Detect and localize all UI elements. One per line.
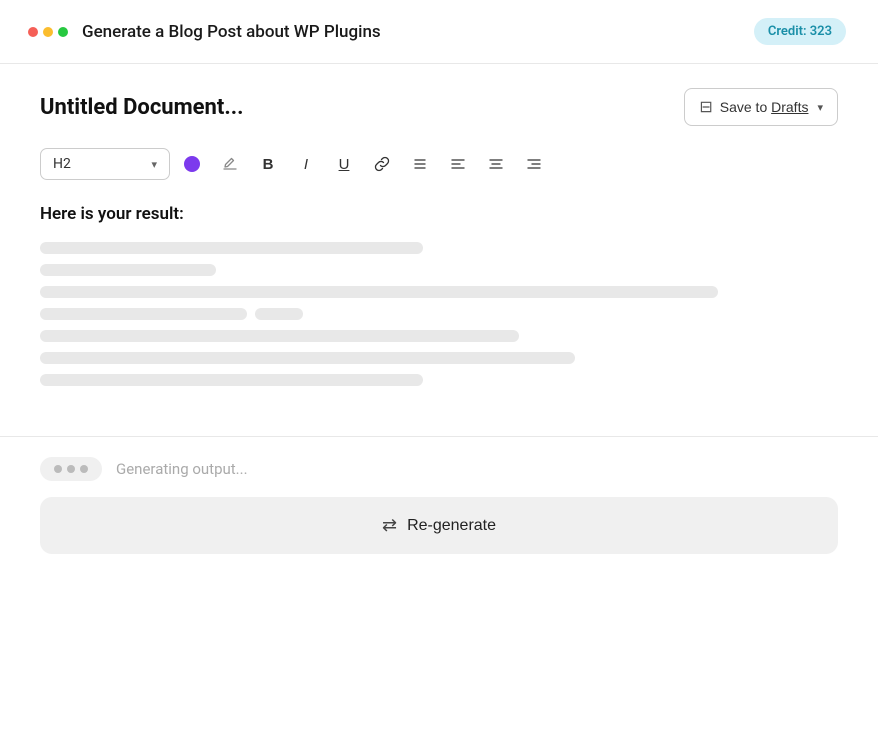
align-center-button[interactable] (480, 148, 512, 180)
gen-dot-2 (67, 465, 75, 473)
skeleton-line (40, 286, 718, 298)
save-drafts-button[interactable]: ⊟ Save to Drafts ▾ (684, 88, 838, 126)
header-left: Generate a Blog Post about WP Plugins (28, 22, 381, 42)
result-heading: Here is your result: (40, 204, 838, 224)
dot-red (28, 27, 38, 37)
list-icon (412, 156, 428, 172)
file-icon: ⊟ (699, 97, 712, 117)
italic-button[interactable]: I (290, 148, 322, 180)
list-button[interactable] (404, 148, 436, 180)
color-picker-button[interactable] (176, 148, 208, 180)
italic-icon: I (304, 156, 308, 173)
align-center-icon (488, 156, 504, 172)
skeleton-line (40, 330, 519, 342)
align-right-icon (526, 156, 542, 172)
chevron-down-icon: ▾ (817, 101, 823, 114)
header: Generate a Blog Post about WP Plugins Cr… (0, 0, 878, 64)
skeleton-line (40, 374, 423, 386)
bottom-bar: Generating output... ⇄ Re-generate (0, 437, 878, 574)
regenerate-icon: ⇄ (382, 515, 397, 536)
toolbar: H2 ▾ B I U (40, 148, 838, 180)
skeleton-row (40, 308, 838, 320)
align-right-button[interactable] (518, 148, 550, 180)
content-area: Here is your result: (40, 204, 838, 416)
highlight-icon (222, 156, 238, 172)
generating-row: Generating output... (40, 457, 838, 481)
skeleton-line (40, 308, 247, 320)
dot-yellow (43, 27, 53, 37)
document-header: Untitled Document... ⊟ Save to Drafts ▾ (40, 88, 838, 126)
generating-dots-indicator (40, 457, 102, 481)
window-dots (28, 27, 68, 37)
document-container: Untitled Document... ⊟ Save to Drafts ▾ … (0, 64, 878, 437)
bold-button[interactable]: B (252, 148, 284, 180)
regenerate-label: Re-generate (407, 517, 496, 535)
header-title: Generate a Blog Post about WP Plugins (82, 22, 381, 42)
regenerate-button[interactable]: ⇄ Re-generate (40, 497, 838, 554)
heading-select[interactable]: H2 ▾ (40, 148, 170, 180)
highlight-button[interactable] (214, 148, 246, 180)
generating-status: Generating output... (116, 460, 248, 478)
save-drafts-label: Save to Drafts (720, 99, 809, 115)
link-icon (374, 156, 390, 172)
underline-button[interactable]: U (328, 148, 360, 180)
align-left-icon (450, 156, 466, 172)
document-title[interactable]: Untitled Document... (40, 95, 243, 120)
skeleton-line (40, 352, 575, 364)
link-button[interactable] (366, 148, 398, 180)
heading-value: H2 (53, 156, 71, 172)
heading-chevron-icon: ▾ (151, 158, 157, 171)
dot-green (58, 27, 68, 37)
underline-icon: U (339, 156, 350, 173)
gen-dot-1 (54, 465, 62, 473)
skeleton-lines (40, 242, 838, 386)
skeleton-line (255, 308, 303, 320)
align-left-button[interactable] (442, 148, 474, 180)
gen-dot-3 (80, 465, 88, 473)
skeleton-line (40, 264, 216, 276)
color-dot (184, 156, 200, 172)
credit-badge: Credit: 323 (754, 18, 846, 45)
skeleton-line (40, 242, 423, 254)
bold-icon: B (263, 156, 274, 173)
